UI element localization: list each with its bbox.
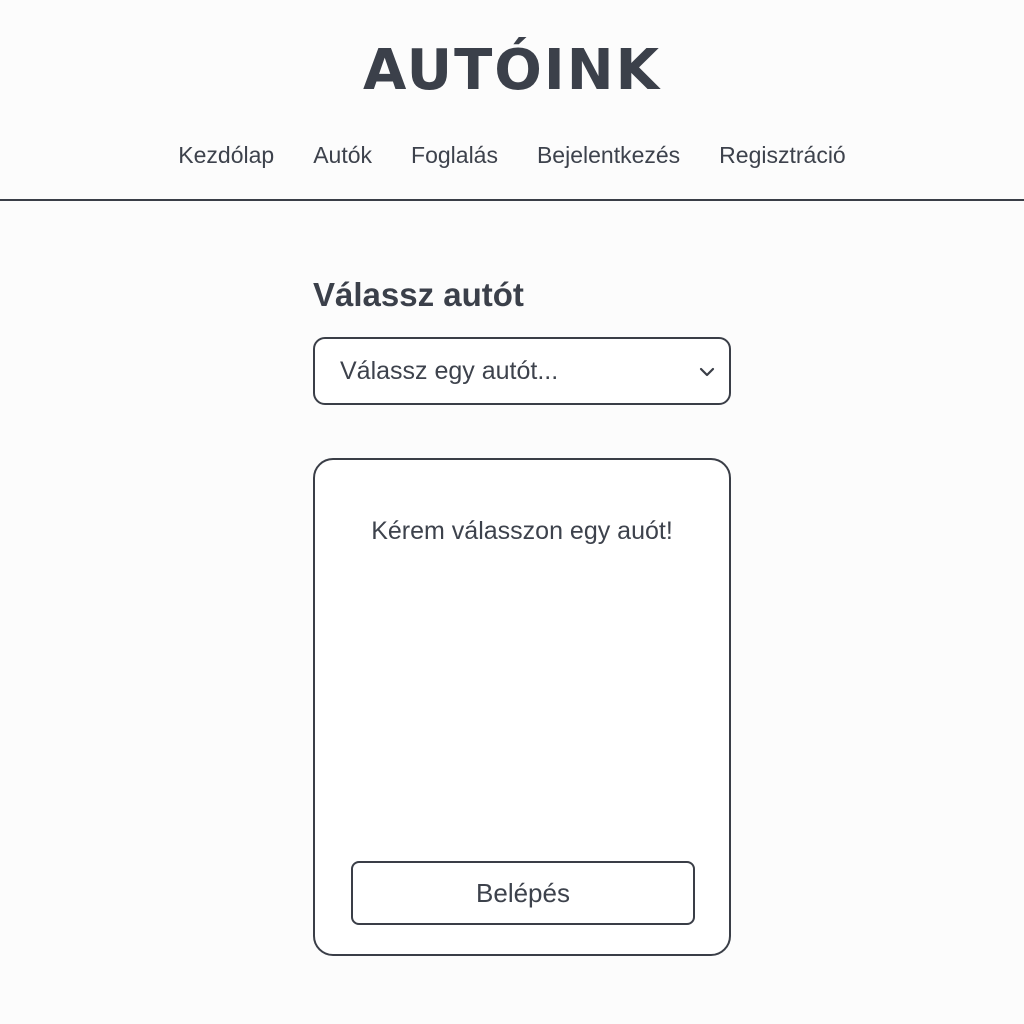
nav-item-login[interactable]: Bejelentkezés [537, 138, 680, 172]
nav-item-home[interactable]: Kezdólap [178, 138, 274, 172]
car-details-card: Kérem válasszon egy auót! Belépés [313, 458, 731, 956]
nav-item-booking[interactable]: Foglalás [411, 138, 498, 172]
login-button[interactable]: Belépés [351, 861, 695, 925]
page-title: Válassz autót [313, 276, 524, 313]
car-select-value: Válassz egy autót... [340, 357, 559, 385]
car-select[interactable]: Válassz egy autót... [313, 337, 731, 405]
header-divider [0, 199, 1024, 201]
card-message: Kérem válasszon egy auót! [371, 517, 673, 545]
site-logo[interactable]: AUTÓINK [0, 38, 1024, 104]
page: AUTÓINK Kezdólap Autók Foglalás Bejelent… [0, 0, 1024, 1024]
nav-item-cars[interactable]: Autók [313, 138, 372, 172]
main-nav: Kezdólap Autók Foglalás Bejelentkezés Re… [0, 138, 1024, 172]
chevron-down-icon [699, 367, 715, 377]
nav-item-register[interactable]: Regisztráció [719, 138, 846, 172]
